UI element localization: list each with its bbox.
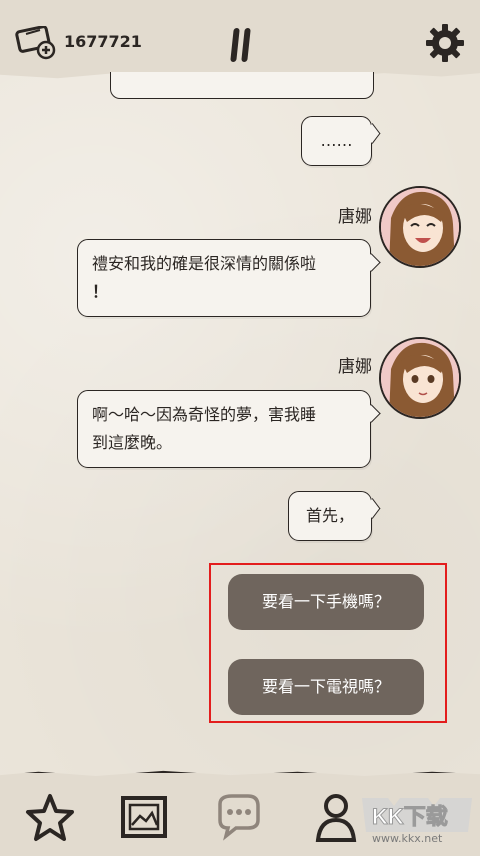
- chat-bubble-player: 首先，: [288, 491, 372, 541]
- pause-bar-right: [241, 28, 251, 62]
- chat-bubble-character: 啊～哈～因為奇怪的夢，害我睡 到這麼晚。: [77, 390, 371, 468]
- gear-icon[interactable]: [424, 22, 466, 64]
- message-line-2: 到這麼晚。: [92, 433, 173, 452]
- svg-text:KK下载: KK下载: [372, 804, 448, 829]
- photo-icon[interactable]: [117, 790, 173, 846]
- pause-bar-left: [230, 28, 240, 62]
- choice-button-phone[interactable]: 要看一下手機嗎？: [228, 574, 424, 630]
- pause-button[interactable]: [230, 28, 252, 62]
- avatar[interactable]: [379, 337, 461, 419]
- star-icon[interactable]: [22, 790, 78, 846]
- message-line-1: 啊～哈～因為奇怪的夢，害我睡: [92, 405, 317, 424]
- choice-button-tv[interactable]: 要看一下電視嗎？: [228, 659, 424, 715]
- avatar[interactable]: [379, 186, 461, 268]
- message-line-2: ！: [92, 282, 109, 301]
- chat-bubble-character: 禮安和我的確是很深情的關係啦 ！: [77, 239, 371, 317]
- previous-bubble: [110, 72, 374, 99]
- watermark-url: www.kkx.net: [372, 832, 443, 845]
- chat-bubble-player: ……: [301, 116, 372, 166]
- ticket-icon[interactable]: [14, 26, 58, 60]
- coin-count: 1677721: [64, 32, 142, 51]
- speaker-name: 唐娜: [338, 357, 372, 377]
- message-line-1: 禮安和我的確是很深情的關係啦: [92, 254, 317, 273]
- message-text: 首先，: [305, 506, 354, 525]
- chat-icon[interactable]: [210, 790, 266, 846]
- person-icon[interactable]: [308, 790, 364, 846]
- speaker-name: 唐娜: [338, 207, 372, 227]
- message-text: ……: [320, 131, 353, 150]
